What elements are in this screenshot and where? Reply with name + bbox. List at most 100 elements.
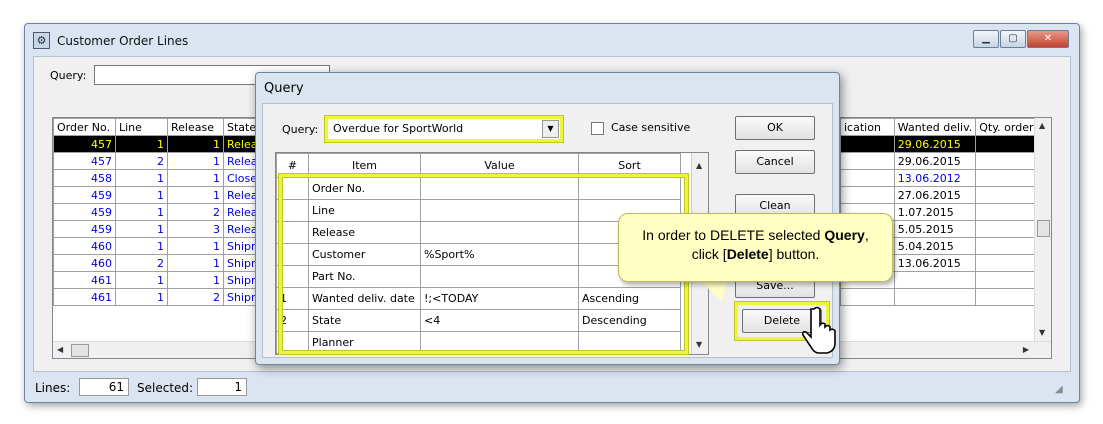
cell-line[interactable]: 1 [115,203,168,221]
ok-button[interactable]: OK [735,116,815,140]
minimize-button[interactable]: ▁ [973,30,999,48]
table-row[interactable]: 459 1 2 Relea [53,203,264,221]
col-line[interactable]: Line [115,118,168,136]
cell-order[interactable]: 459 [53,220,116,238]
cancel-button[interactable]: Cancel [735,150,815,174]
cell-release[interactable]: 1 [167,169,224,187]
cell-order[interactable]: 459 [53,186,116,204]
query-select[interactable]: Overdue for SportWorld ▼ [325,116,563,142]
cell-order[interactable]: 460 [53,254,116,272]
cell-order[interactable]: 459 [53,203,116,221]
table-row[interactable]: 13.06.20122 [840,169,1051,187]
col-value[interactable]: Value [420,153,579,178]
cell-release[interactable]: 1 [167,135,224,153]
cell-line[interactable]: 1 [115,220,168,238]
grid-vertical-scrollbar[interactable]: ▲ ▼ [1034,118,1051,342]
cell-line[interactable]: 2 [115,152,168,170]
criteria-row[interactable]: 1 Wanted deliv. date !;<TODAY Ascending [276,287,681,310]
cell-order[interactable]: 460 [53,237,116,255]
cell-wanted-deliv[interactable] [893,288,977,306]
scroll-thumb-vertical[interactable] [1037,220,1050,237]
cell-ication[interactable] [840,135,895,153]
table-row[interactable]: 457 1 1 Relea [53,135,264,153]
cell-release[interactable]: 1 [167,271,224,289]
criteria-num[interactable] [276,265,309,288]
cell-release[interactable]: 1 [167,152,224,170]
table-row[interactable]: 459 1 3 Relea [53,220,264,238]
cell-order[interactable]: 461 [53,271,116,289]
cell-release[interactable]: 3 [167,220,224,238]
col-ication[interactable]: ication [840,118,895,136]
cell-ication[interactable] [840,288,895,306]
title-bar[interactable]: ⚙ Customer Order Lines ▁ ▢ ✕ [25,24,1079,58]
cell-line[interactable]: 1 [115,135,168,153]
criteria-num[interactable] [276,331,309,354]
col-release[interactable]: Release [167,118,224,136]
cell-wanted-deliv[interactable]: 29.06.2015 [893,135,977,153]
table-row[interactable]: 461 1 1 Shipr [53,271,264,289]
scroll-thumb-horizontal[interactable] [71,344,89,357]
cell-order[interactable]: 457 [53,152,116,170]
scroll-left-icon[interactable]: ◀ [57,345,63,354]
cell-line[interactable]: 2 [115,254,168,272]
criteria-value[interactable]: <4 [420,309,579,332]
resize-grip-icon[interactable]: ◢ [1055,384,1067,396]
criteria-item[interactable]: State [308,309,421,332]
criteria-num[interactable] [276,243,309,266]
cell-release[interactable]: 1 [167,186,224,204]
cell-line[interactable]: 1 [115,186,168,204]
chevron-down-icon[interactable]: ▼ [542,120,559,138]
case-sensitive-checkbox[interactable] [591,122,604,135]
table-row[interactable]: 459 1 1 Relea [53,186,264,204]
scroll-up-icon[interactable]: ▲ [1039,121,1045,130]
table-row[interactable]: 458 1 1 Close [53,169,264,187]
table-row[interactable]: 461 1 2 Shipr [53,288,264,306]
criteria-num[interactable] [276,221,309,244]
criteria-item[interactable]: Wanted deliv. date [308,287,421,310]
col-num[interactable]: # [276,153,309,178]
criteria-value[interactable] [420,331,579,354]
cell-release[interactable]: 1 [167,254,224,272]
cell-release[interactable]: 2 [167,203,224,221]
criteria-num[interactable]: 1 [276,287,309,310]
criteria-item[interactable]: Order No. [308,177,421,200]
table-row[interactable]: 457 2 1 Relea [53,152,264,170]
cell-wanted-deliv[interactable]: 13.06.2012 [893,169,977,187]
table-row[interactable]: 29.06.20155 [840,152,1051,170]
criteria-num[interactable]: 2 [276,309,309,332]
criteria-value[interactable]: %Sport% [420,243,579,266]
cell-wanted-deliv[interactable]: 29.06.2015 [893,152,977,170]
criteria-sort[interactable] [578,331,681,354]
criteria-value[interactable] [420,221,579,244]
cell-ication[interactable] [840,152,895,170]
criteria-item[interactable]: Part No. [308,265,421,288]
criteria-sort[interactable] [578,177,681,200]
col-item[interactable]: Item [308,153,421,178]
criteria-value[interactable]: !;<TODAY [420,287,579,310]
cell-ication[interactable] [840,169,895,187]
scroll-down-icon[interactable]: ▼ [696,340,702,349]
maximize-button[interactable]: ▢ [1000,30,1026,48]
criteria-row[interactable]: Order No. [276,177,681,200]
criteria-item[interactable]: Release [308,221,421,244]
cell-wanted-deliv[interactable]: 5.04.2015 [893,237,977,255]
criteria-value[interactable] [420,199,579,222]
criteria-sort[interactable]: Descending [578,309,681,332]
cell-wanted-deliv[interactable] [893,271,977,289]
criteria-value[interactable] [420,177,579,200]
cell-line[interactable]: 1 [115,271,168,289]
cell-line[interactable]: 1 [115,288,168,306]
criteria-item[interactable]: Planner [308,331,421,354]
criteria-num[interactable] [276,199,309,222]
criteria-item[interactable]: Line [308,199,421,222]
table-row[interactable]: 2 [840,288,1051,306]
table-row[interactable]: 29.06.201510 [840,135,1051,153]
table-row[interactable]: 460 2 1 Shipr [53,254,264,272]
scroll-down-icon[interactable]: ▼ [1039,328,1045,337]
cell-ication[interactable] [840,186,895,204]
cell-wanted-deliv[interactable]: 13.06.2015 [893,254,977,272]
table-row[interactable]: 27.06.201512 [840,186,1051,204]
cell-release[interactable]: 2 [167,288,224,306]
cell-wanted-deliv[interactable]: 5.05.2015 [893,220,977,238]
criteria-item[interactable]: Customer [308,243,421,266]
